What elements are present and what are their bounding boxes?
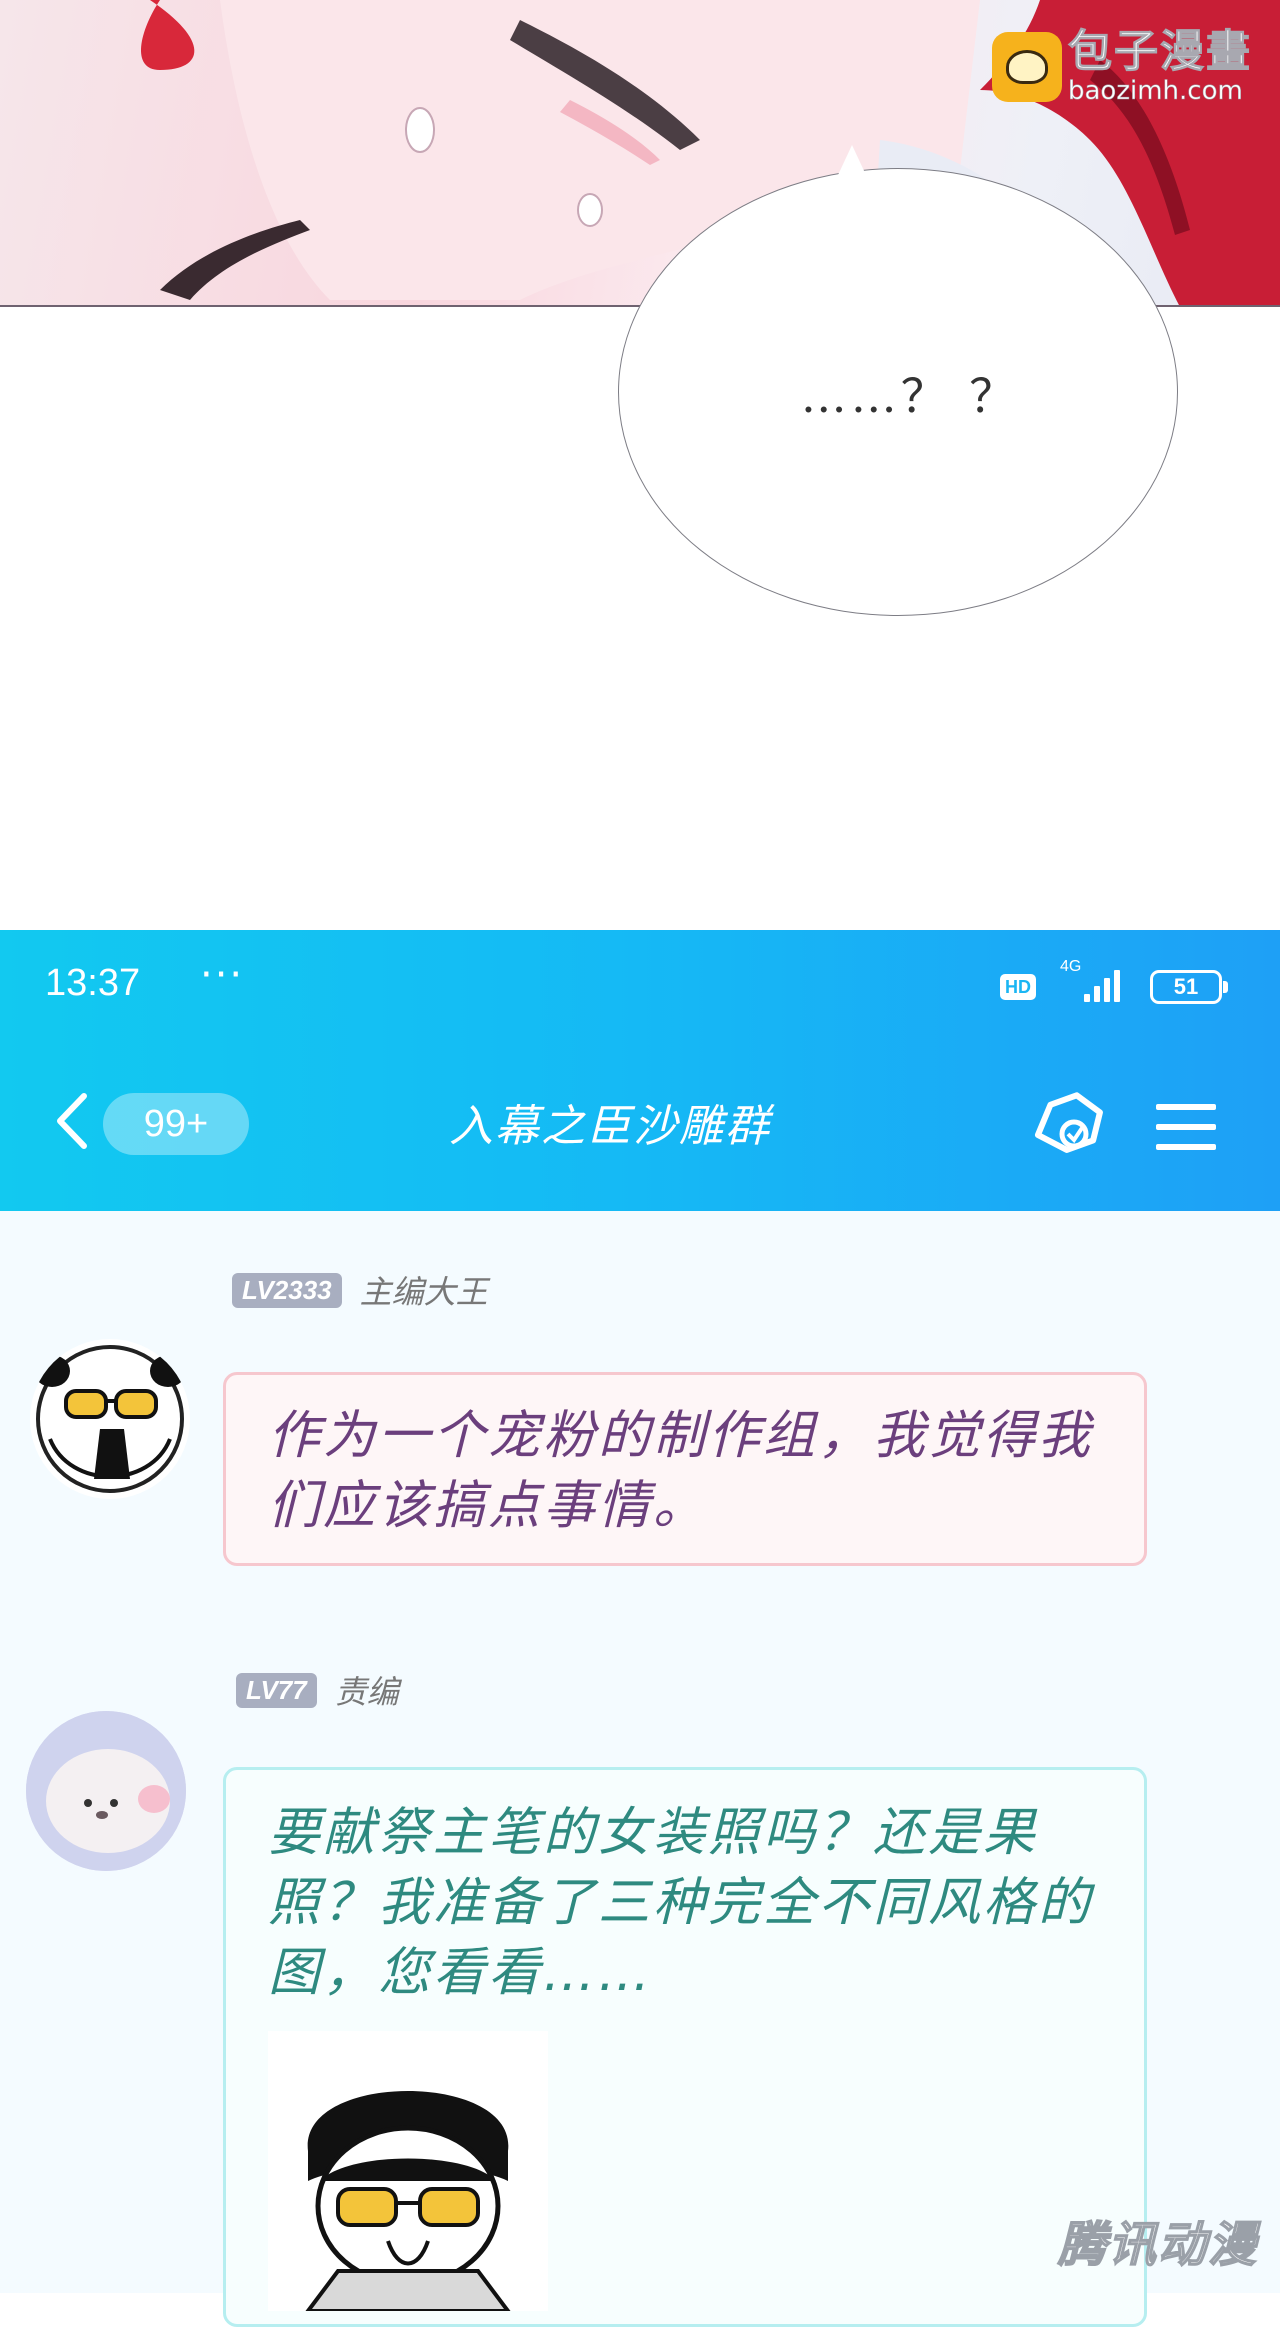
tencent-comics-watermark: 腾讯动漫	[1057, 2216, 1258, 2274]
seal-avatar-icon	[26, 1711, 186, 1871]
sender-role: 责编	[334, 1673, 399, 1711]
comic-panel: 包子漫畫 baozimh.com ……？ ？	[0, 0, 1280, 930]
battery-icon: 51	[1150, 970, 1228, 1004]
watermark-title: 包子漫畫	[1068, 26, 1252, 77]
status-more-dots: ···	[200, 952, 245, 998]
bun-logo-icon	[992, 32, 1062, 102]
bowl-cut-sticker	[268, 2031, 548, 2311]
message-bubble[interactable]: 作为一个宠粉的制作组，我觉得我们应该搞点事情。	[223, 1372, 1147, 1566]
message-text: 要献祭主笔的女装照吗？还是果照？我准备了三种完全不同风格的图，您看看……	[268, 1803, 1094, 2003]
unread-count-badge[interactable]: 99+	[103, 1093, 249, 1155]
level-badge: LV2333	[232, 1272, 342, 1308]
tag-icon[interactable]	[1028, 1090, 1108, 1160]
message-meta: LV77 责编	[236, 1667, 399, 1713]
chat-title: 入幕之臣沙雕群	[449, 1101, 771, 1152]
chat-app-header: 13:37 ··· HD 4G 51 99+ 入幕之臣沙雕群	[0, 930, 1280, 1211]
network-type: 4G	[1060, 958, 1082, 975]
message-text: 作为一个宠粉的制作组，我觉得我们应该搞点事情。	[268, 1406, 1094, 1536]
speech-text: ……？ ？	[800, 369, 1020, 423]
chat-message-list: LV2333 主编大王 作为一个宠粉的制作组，我觉得我们应该搞点事情。 LV77…	[0, 1211, 1280, 2327]
message-meta: LV2333 主编大王	[232, 1267, 488, 1313]
sender-role: 主编大王	[359, 1273, 488, 1311]
level-badge: LV77	[236, 1672, 317, 1708]
back-arrow-icon[interactable]	[52, 1092, 92, 1150]
status-time: 13:37	[45, 962, 141, 1004]
speech-bubble-tail	[838, 145, 866, 175]
panda-sunglasses-icon	[34, 1345, 186, 1493]
source-watermark: 包子漫畫 baozimh.com	[992, 26, 1252, 106]
avatar[interactable]	[30, 1339, 190, 1499]
watermark-url: baozimh.com	[1068, 76, 1243, 106]
avatar[interactable]	[26, 1711, 186, 1871]
menu-icon[interactable]	[1156, 1102, 1216, 1152]
hd-icon: HD	[1000, 974, 1036, 1000]
signal-icon: 4G	[1056, 958, 1120, 1002]
